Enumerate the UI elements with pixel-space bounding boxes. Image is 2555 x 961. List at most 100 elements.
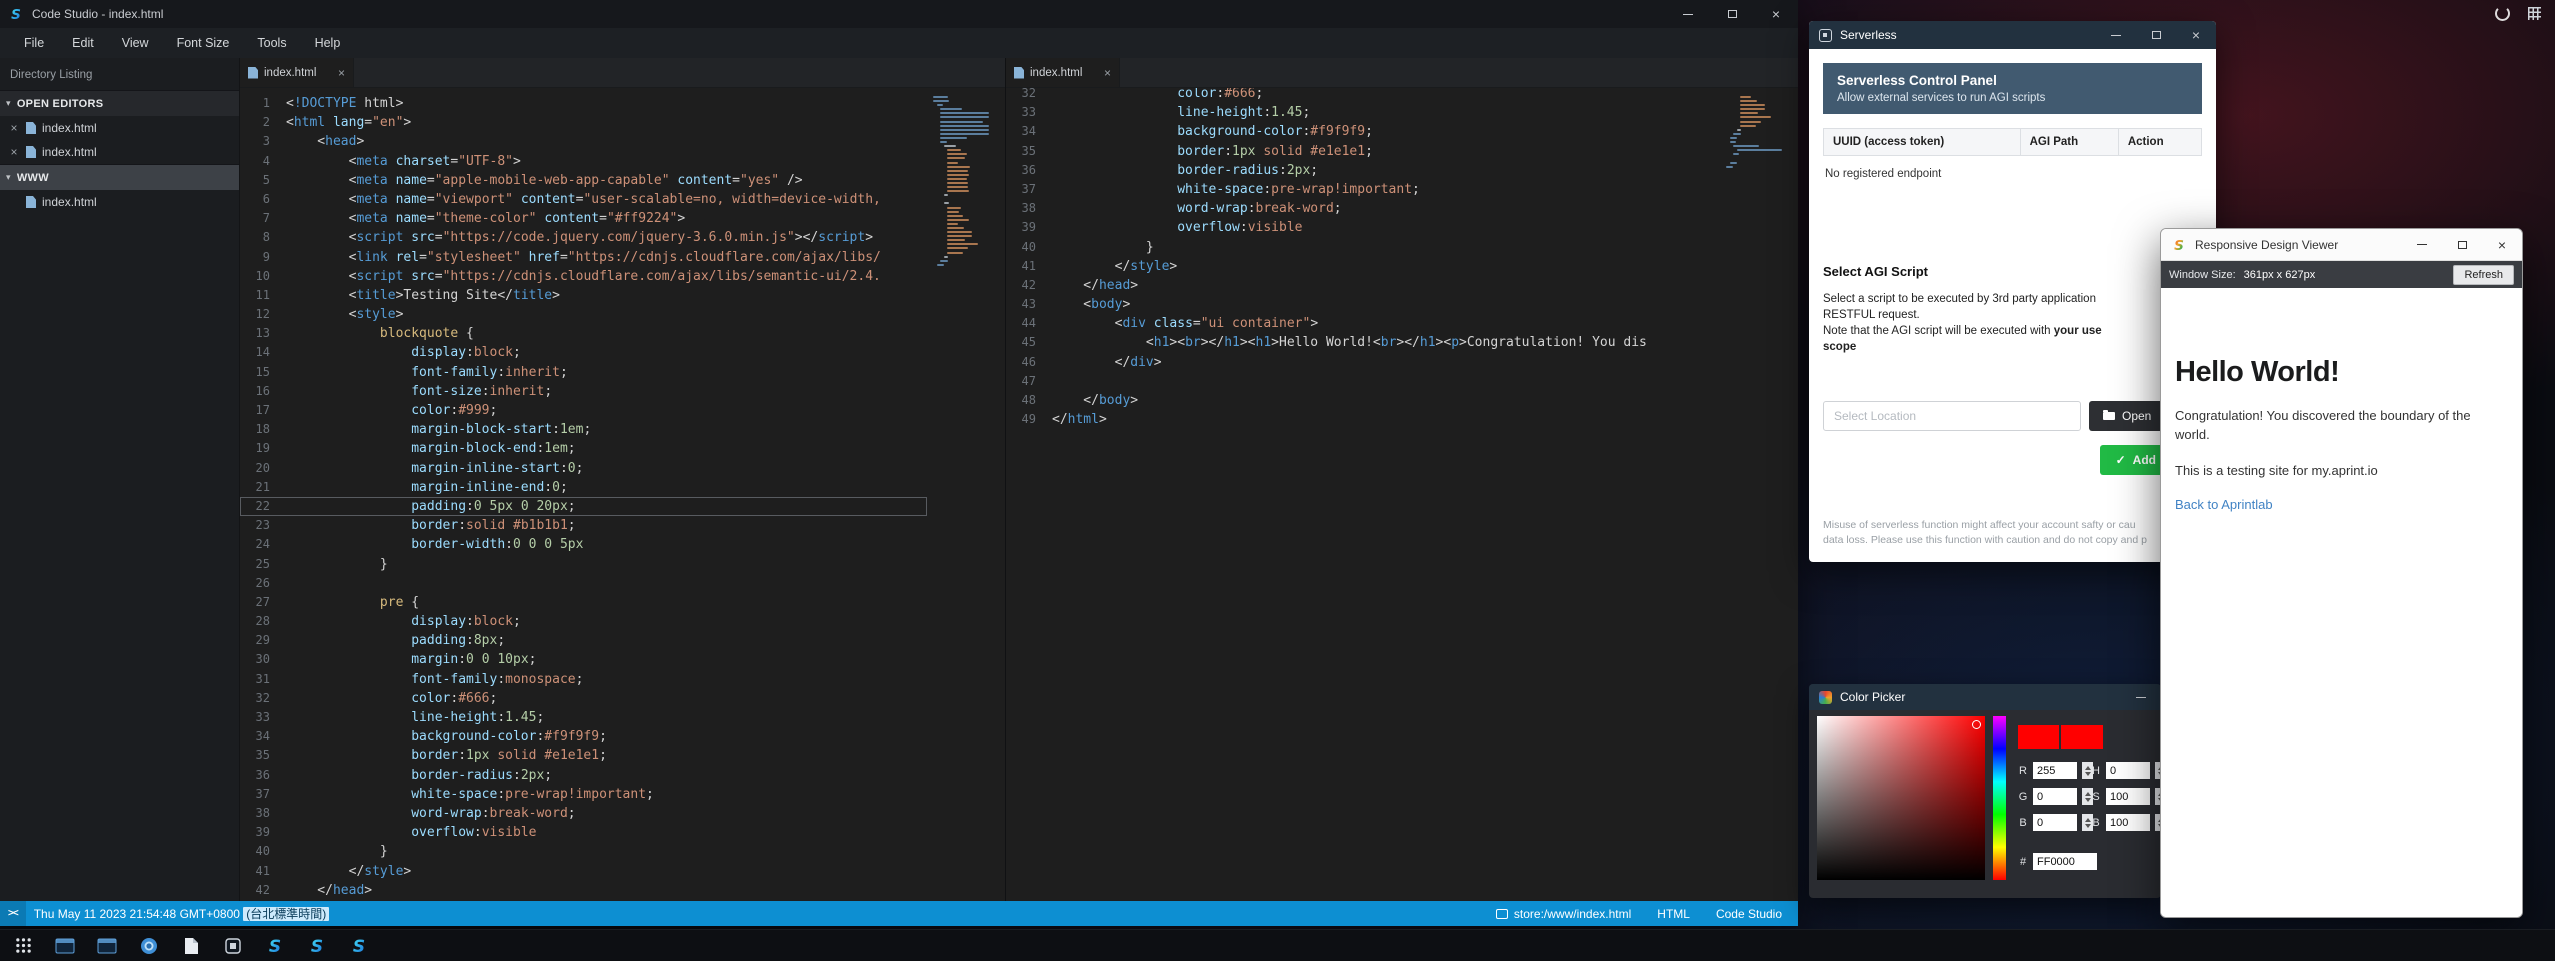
code-text: margin-inline-start:0; (286, 459, 927, 478)
saturation-input[interactable] (2106, 788, 2150, 805)
app-window-1-icon[interactable] (52, 933, 78, 959)
serverless-window-title: Serverless (1840, 28, 1897, 42)
green-label: G (2018, 791, 2028, 803)
color-picker-title-bar[interactable]: Color Picker (1809, 684, 2161, 710)
red-field: R (2018, 762, 2093, 779)
text-document-icon[interactable] (178, 933, 204, 959)
open-button-label: Open (2122, 409, 2151, 423)
code-studio-3-icon[interactable]: S (346, 933, 372, 959)
viewer-close-button[interactable]: × (2482, 229, 2522, 260)
color-cursor-icon[interactable] (1972, 720, 1981, 729)
code-text: } (286, 842, 927, 861)
status-language[interactable]: HTML (1657, 907, 1690, 921)
line-number: 43 (1006, 295, 1052, 314)
code-text: overflow:visible (1052, 218, 1720, 237)
browser-icon[interactable] (136, 933, 162, 959)
editor-content[interactable]: 1<!DOCTYPE html>2<html lang="en">3 <head… (240, 88, 1005, 901)
serverless-minimize-button[interactable] (2096, 21, 2136, 49)
tab-bar: index.html× (240, 58, 1005, 88)
line-number: 29 (240, 631, 286, 650)
responsive-viewer-window: S Responsive Design Viewer × Window Size… (2160, 228, 2523, 918)
saturation-value-picker[interactable] (1817, 716, 1985, 880)
editor-tab[interactable]: index.html× (1006, 58, 1120, 87)
code-line-16: 16 font-size:inherit; (240, 382, 927, 401)
viewer-minimize-button[interactable] (2402, 229, 2442, 260)
line-number: 8 (240, 228, 286, 247)
menu-help[interactable]: Help (301, 28, 355, 58)
start-menu-icon[interactable] (10, 933, 36, 959)
blue-input[interactable] (2033, 814, 2077, 831)
code-text: </style> (286, 862, 927, 881)
menu-edit[interactable]: Edit (58, 28, 108, 58)
title-bar[interactable]: S Code Studio - index.html × (0, 0, 1798, 28)
code-text: border:1px solid #e1e1e1; (1052, 142, 1720, 161)
serverless-title-bar[interactable]: Serverless × (1809, 21, 2216, 49)
code-line-3: 3 <head> (240, 132, 927, 151)
close-icon[interactable]: × (8, 121, 20, 135)
close-icon[interactable]: × (8, 145, 20, 159)
hex-input[interactable] (2033, 853, 2097, 870)
code-text (286, 574, 927, 593)
line-number: 9 (240, 248, 286, 267)
menu-tools[interactable]: Tools (243, 28, 300, 58)
code-line-33: 33 line-height:1.45; (1006, 103, 1720, 122)
code-line-9: 9 <link rel="stylesheet" href="https://c… (240, 248, 927, 267)
remote-icon[interactable]: >< (0, 901, 26, 926)
menu-file[interactable]: File (10, 28, 58, 58)
code-text: </head> (1052, 276, 1720, 295)
code-line-34: 34 background-color:#f9f9f9; (240, 727, 927, 746)
restore-button[interactable] (1710, 0, 1754, 28)
section-open-editors[interactable]: ▾OPEN EDITORS (0, 90, 239, 116)
menu-view[interactable]: View (108, 28, 163, 58)
serverless-panel-subtitle: Allow external services to run AGI scrip… (1837, 92, 2188, 104)
hue-input[interactable] (2106, 762, 2150, 779)
close-button[interactable]: × (1754, 0, 1798, 28)
serverless-maximize-button[interactable] (2136, 21, 2176, 49)
back-link[interactable]: Back to Aprintlab (2175, 497, 2508, 512)
script-location-input[interactable] (1823, 401, 2081, 431)
code-line-22: 22 padding:0 5px 0 20px; (240, 497, 927, 516)
code-line-43: 43 <body> (1006, 295, 1720, 314)
line-number: 20 (240, 459, 286, 478)
code-studio-2-icon[interactable]: S (304, 933, 330, 959)
code-line-6: 6 <meta name="viewport" content="user-sc… (240, 190, 927, 209)
hue-slider[interactable] (1993, 716, 2006, 880)
hex-field: # (2018, 853, 2097, 870)
serverless-panel-title: Serverless Control Panel (1837, 73, 2188, 88)
minimap[interactable] (1726, 96, 1790, 901)
line-number: 39 (1006, 218, 1052, 237)
file-item[interactable]: ×index.html (0, 140, 239, 164)
editor-content[interactable]: 32 color:#666;33 line-height:1.45;34 bac… (1006, 88, 1798, 901)
minimize-button[interactable] (1666, 0, 1710, 28)
section-www[interactable]: ▾WWW (0, 164, 239, 190)
code-line-38: 38 word-wrap:break-word; (1006, 199, 1720, 218)
file-item[interactable]: ×index.html (0, 116, 239, 140)
code-text: padding:8px; (286, 631, 927, 650)
tab-close-icon[interactable]: × (1104, 66, 1111, 80)
code-text: <script src="https://cdnjs.cloudflare.co… (286, 267, 927, 286)
code-line-36: 36 border-radius:2px; (1006, 161, 1720, 180)
app-grid-icon[interactable] (2528, 7, 2541, 20)
storage-icon (1496, 909, 1508, 919)
loading-spinner-icon[interactable] (2495, 6, 2510, 21)
file-item[interactable]: index.html (0, 190, 239, 214)
red-input[interactable] (2033, 762, 2077, 779)
green-input[interactable] (2033, 788, 2077, 805)
tab-close-icon[interactable]: × (338, 66, 345, 80)
status-file-path[interactable]: store:/www/index.html (1496, 907, 1631, 921)
responsive-viewer-title-bar[interactable]: S Responsive Design Viewer × (2161, 229, 2522, 261)
app-window-2-icon[interactable] (94, 933, 120, 959)
menu-font-size[interactable]: Font Size (163, 28, 244, 58)
refresh-button[interactable]: Refresh (2453, 265, 2514, 285)
color-picker-minimize-button[interactable] (2121, 684, 2161, 710)
open-button[interactable]: Open (2089, 401, 2165, 431)
minimap[interactable] (933, 96, 997, 901)
brightness-input[interactable] (2106, 814, 2150, 831)
file-icon (26, 146, 36, 158)
code-studio-1-icon[interactable]: S (262, 933, 288, 959)
viewer-maximize-button[interactable] (2442, 229, 2482, 260)
serverless-app-icon[interactable] (220, 933, 246, 959)
editor-tab[interactable]: index.html× (240, 58, 354, 87)
serverless-close-button[interactable]: × (2176, 21, 2216, 49)
line-number: 25 (240, 555, 286, 574)
